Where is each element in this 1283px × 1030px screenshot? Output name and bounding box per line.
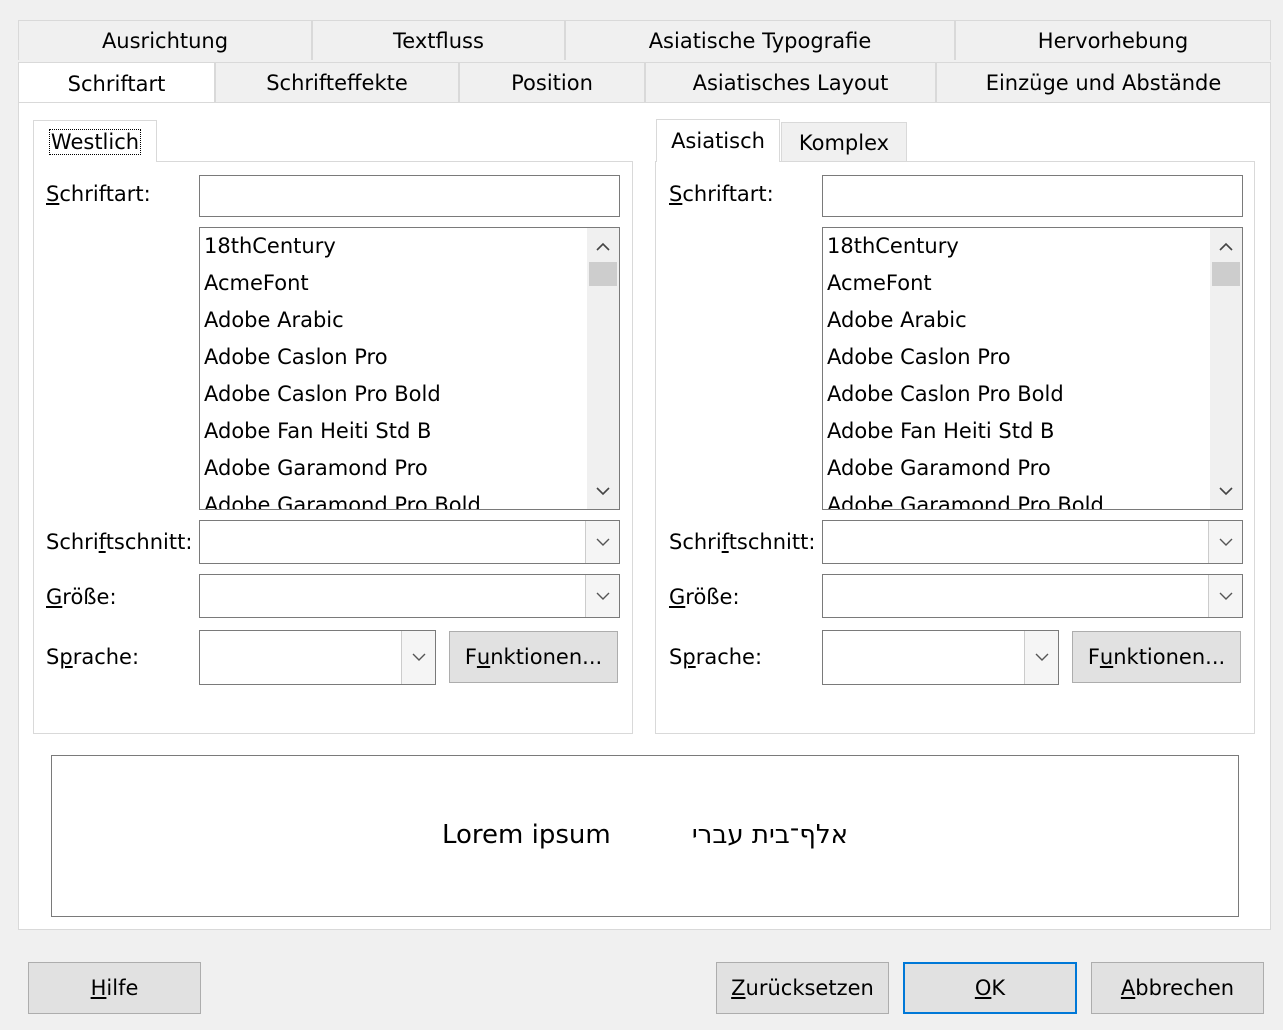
asian-features-button[interactable]: Fu nktionen... [1072, 631, 1241, 683]
list-item[interactable]: Adobe Arabic [204, 302, 344, 339]
tab-einzuege-und-abstaende[interactable]: Einzüge und Abstände [936, 62, 1271, 103]
western-size-combo[interactable] [199, 574, 620, 618]
asian-language-combo[interactable] [822, 630, 1059, 685]
chevron-down-icon[interactable] [1208, 521, 1242, 563]
chevron-down-icon[interactable] [585, 575, 619, 617]
tab-schriftart[interactable]: Schriftart [18, 62, 215, 104]
western-size-label: Größe: [46, 585, 117, 609]
list-item[interactable]: Adobe Garamond Pro [827, 450, 1051, 487]
asian-font-list[interactable]: 18thCentury AcmeFont Adobe Arabic Adobe … [822, 227, 1243, 510]
reset-button[interactable]: Zurücksetzen [716, 962, 889, 1014]
list-item[interactable]: Adobe Caslon Pro [204, 339, 388, 376]
asian-style-label: Schriftschnitt: [669, 530, 816, 554]
chevron-down-icon[interactable] [1210, 475, 1242, 507]
tab-row-upper: Ausrichtung Textfluss Asiatische Typogra… [18, 20, 1271, 60]
list-item[interactable]: AcmeFont [204, 265, 309, 302]
preview-latin-text: Lorem ipsum [442, 820, 611, 850]
chevron-down-icon[interactable] [1208, 575, 1242, 617]
font-preview: Lorem ipsum אלף־בית עברי [51, 755, 1239, 917]
western-language-combo[interactable] [199, 630, 436, 685]
list-item[interactable]: Adobe Caslon Pro [827, 339, 1011, 376]
scrollbar-thumb[interactable] [1212, 262, 1240, 286]
asian-size-label: Größe: [669, 585, 740, 609]
tab-asiatisches-layout[interactable]: Asiatisches Layout [645, 62, 936, 103]
scrollbar-thumb[interactable] [589, 262, 617, 286]
tab-westlich-label: Westlich [48, 128, 142, 155]
western-font-list[interactable]: 18thCentury AcmeFont Adobe Arabic Adobe … [199, 227, 620, 510]
list-item[interactable]: 18thCentury [204, 228, 336, 265]
tab-asiatische-typografie[interactable]: Asiatische Typografie [565, 20, 955, 60]
western-font-label: Schriftart: [46, 182, 151, 206]
list-item[interactable]: Adobe Fan Heiti Std B [204, 413, 431, 450]
tab-textfluss[interactable]: Textfluss [312, 20, 565, 60]
asian-font-list-scrollbar[interactable] [1210, 228, 1242, 509]
list-item[interactable]: Adobe Garamond Pro Bold [827, 487, 1104, 509]
list-item[interactable]: Adobe Arabic [827, 302, 967, 339]
tab-schrifteffekte[interactable]: Schrifteffekte [215, 62, 459, 103]
asian-font-label: Schriftart: [669, 182, 774, 206]
western-features-button[interactable]: Fu nktionen... [449, 631, 618, 683]
chevron-down-icon[interactable] [401, 631, 435, 684]
tab-ausrichtung[interactable]: Ausrichtung [18, 20, 312, 60]
western-font-list-scrollbar[interactable] [587, 228, 619, 509]
tab-komplex[interactable]: Komplex [781, 122, 907, 162]
chevron-down-icon[interactable] [585, 521, 619, 563]
tab-position[interactable]: Position [459, 62, 645, 103]
list-item[interactable]: 18thCentury [827, 228, 959, 265]
ok-button[interactable]: OK [903, 962, 1077, 1014]
list-item[interactable]: Adobe Garamond Pro [204, 450, 428, 487]
western-language-label: Sprache: [46, 645, 140, 669]
tab-westlich[interactable]: Westlich [33, 120, 157, 162]
cancel-button[interactable]: Abbrechen [1091, 962, 1264, 1014]
chevron-up-icon[interactable] [1210, 230, 1242, 262]
western-style-combo[interactable] [199, 520, 620, 564]
asian-language-label: Sprache: [669, 645, 763, 669]
chevron-up-icon[interactable] [587, 230, 619, 262]
tab-asiatisch[interactable]: Asiatisch [656, 119, 780, 162]
preview-hebrew-text: אלף־בית עברי [691, 820, 848, 850]
tab-row-lower: Schriftart Schrifteffekte Position Asiat… [18, 62, 1271, 104]
asian-style-combo[interactable] [822, 520, 1243, 564]
tab-hervorhebung[interactable]: Hervorhebung [955, 20, 1271, 60]
list-item[interactable]: Adobe Garamond Pro Bold [204, 487, 481, 509]
list-item[interactable]: AcmeFont [827, 265, 932, 302]
chevron-down-icon[interactable] [587, 475, 619, 507]
list-item[interactable]: Adobe Fan Heiti Std B [827, 413, 1054, 450]
western-style-label: Schriftschnitt: [46, 530, 193, 554]
chevron-down-icon[interactable] [1024, 631, 1058, 684]
list-item[interactable]: Adobe Caslon Pro Bold [827, 376, 1064, 413]
asian-size-combo[interactable] [822, 574, 1243, 618]
western-font-name-input[interactable] [199, 175, 620, 217]
help-button[interactable]: Hilfe [28, 962, 201, 1014]
list-item[interactable]: Adobe Caslon Pro Bold [204, 376, 441, 413]
asian-font-name-input[interactable] [822, 175, 1243, 217]
asian-tab-gap [657, 160, 779, 163]
western-tab-gap [34, 160, 156, 163]
